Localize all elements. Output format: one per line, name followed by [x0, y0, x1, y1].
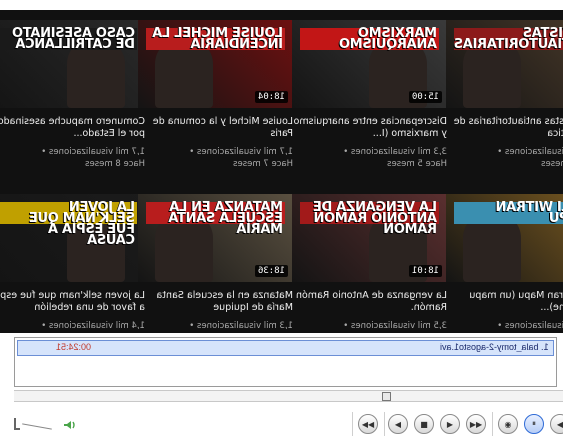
next-frame-button[interactable]: ◀: [550, 414, 563, 434]
video-meta: Las revistas antiautoritarias de la sovi…: [446, 116, 563, 170]
video-thumbnail[interactable]: REVISTAS ANTIAUTORITARIAS 21:06: [446, 20, 563, 108]
controls-separator: [384, 412, 385, 436]
playlist-item[interactable]: 00:24:51 1. bala_tomy-2-agosto1.avi: [17, 340, 554, 356]
stop-icon: ■: [420, 419, 428, 429]
video-views: 1,7 mil visualizaciones •: [189, 147, 293, 157]
video-views: 1,3 mil visualizaciones •: [497, 321, 563, 331]
video-meta: La joven selk'nam que fue espía a favor …: [0, 290, 145, 332]
video-meta: Comunero mapuche asesinado por el Estado…: [0, 116, 145, 170]
seek-bar[interactable]: [14, 390, 563, 402]
video-meta: Meli Witran Mapu (un mapu (mapuche)... 1…: [446, 290, 563, 332]
thumbnail-text: LA JOVEN SELK'NAM QUE FUE ESPÍA A CAUSA: [0, 200, 137, 248]
video-age: Hace 5 meses: [387, 159, 447, 169]
video-views: 1,7 mil visualizaciones •: [41, 147, 145, 157]
play-icon: ▶: [446, 419, 454, 429]
thumbnail-text: MARXISMO ANARQUISMO: [300, 26, 439, 52]
video-title[interactable]: La joven selk'nam que fue espía a favor …: [0, 290, 145, 314]
pause-button[interactable]: ⏸: [524, 414, 544, 434]
video-title[interactable]: Louise Michel y la comuna de Paris: [138, 116, 293, 140]
video-meta: Discrepancias entre anarquismo y marxism…: [292, 116, 447, 170]
video-duration: 15:00: [408, 91, 442, 103]
thumbnail-text: MELI WITRAN MAPU: [454, 200, 563, 226]
video-meta: La venganza de Antonio Ramón Ramón. 3,5 …: [292, 290, 447, 332]
playlist-item-duration: 00:24:51: [56, 342, 92, 352]
video-title[interactable]: Las revistas antiautoritarias de la sovi…: [446, 116, 563, 140]
thumbnail-text: LA VENGANZA DE ANTONIO RAMÓN RAMÓN: [300, 200, 439, 237]
playlist-panel[interactable]: 00:24:51 1. bala_tomy-2-agosto1.avi: [14, 337, 557, 387]
volume-bracket-icon: [14, 418, 20, 430]
thumbnail-text: MATANZA EN LA ESCUELA SANTA MARÍA: [146, 200, 285, 237]
video-age: Hace 8 meses: [85, 159, 145, 169]
video-duration: 18:01: [408, 265, 442, 277]
rewind-button[interactable]: ◀◀: [358, 414, 378, 434]
video-title[interactable]: Discrepancias entre anarquismo y marxism…: [292, 116, 447, 140]
player-controls: ◀◀ ◀ ■ ▶ ▶▶ ◉ ⏸ ◀: [0, 406, 563, 447]
playlist-item-name: 1. bala_tomy-2-agosto1.avi: [440, 342, 549, 352]
video-title[interactable]: Comunero mapuche asesinado por el Estado…: [0, 116, 145, 140]
video-views: 3,5 mil visualizaciones •: [343, 321, 447, 331]
video-thumbnail[interactable]: LA JOVEN SELK'NAM QUE FUE ESPÍA A CAUSA: [0, 194, 145, 282]
video-title[interactable]: La venganza de Antonio Ramón Ramón.: [292, 290, 447, 314]
video-age: Hace 7 meses: [233, 159, 293, 169]
previous-button[interactable]: ◀: [388, 414, 408, 434]
seek-thumb[interactable]: [382, 392, 391, 401]
forward-button[interactable]: ▶▶: [466, 414, 486, 434]
video-views: 3,3 mil visualizaciones •: [343, 147, 447, 157]
video-duration: 18:36: [254, 265, 288, 277]
mirrored-video-content: CASO ASESINATO DE CATRILLANCA Comunero m…: [0, 0, 563, 333]
video-meta: Matanza en la escuela Santa María de Iqu…: [138, 290, 293, 332]
video-duration: 18:04: [254, 91, 288, 103]
rewind-icon: ◀◀: [361, 419, 375, 429]
play-button[interactable]: ▶: [440, 414, 460, 434]
forward-icon: ▶▶: [469, 419, 483, 429]
video-title[interactable]: Matanza en la escuela Santa María de Iqu…: [138, 290, 293, 314]
thumbnail-text: REVISTAS ANTIAUTORITARIAS: [454, 26, 563, 52]
video-frame: CASO ASESINATO DE CATRILLANCA Comunero m…: [0, 0, 563, 333]
record-icon: ◉: [504, 419, 512, 429]
video-title[interactable]: Meli Witran Mapu (un mapu (mapuche)...: [446, 290, 563, 314]
stop-button[interactable]: ■: [414, 414, 434, 434]
video-thumbnail[interactable]: LA VENGANZA DE ANTONIO RAMÓN RAMÓN 18:01: [292, 194, 447, 282]
video-thumbnail[interactable]: MATANZA EN LA ESCUELA SANTA MARÍA 18:36: [138, 194, 293, 282]
video-thumbnail[interactable]: MARXISMO ANARQUISMO 15:00: [292, 20, 447, 108]
speaker-icon[interactable]: [62, 418, 76, 432]
video-thumbnail[interactable]: LOUISE MICHEL LA INCENDIARIA 18:04: [138, 20, 293, 108]
volume-slider[interactable]: [22, 423, 52, 430]
controls-separator: [352, 412, 353, 436]
pause-icon: ⏸: [532, 419, 536, 428]
video-thumbnail[interactable]: MELI WITRAN MAPU 15:01: [446, 194, 563, 282]
video-meta: Louise Michel y la comuna de Paris 1,7 m…: [138, 116, 293, 170]
video-views: 1,4 mil visualizaciones •: [41, 321, 145, 331]
video-views: 1,3 mil visualizaciones •: [497, 147, 563, 157]
record-button[interactable]: ◉: [498, 414, 518, 434]
thumbnail-text: LOUISE MICHEL LA INCENDIARIA: [146, 26, 285, 52]
thumbnail-text: CASO ASESINATO DE CATRILLANCA: [0, 26, 137, 52]
video-views: 1,3 mil visualizaciones •: [189, 321, 293, 331]
controls-separator: [492, 412, 493, 436]
next-frame-icon: ◀: [556, 419, 563, 429]
video-thumbnail[interactable]: CASO ASESINATO DE CATRILLANCA: [0, 20, 145, 108]
video-age: Hace 5 meses: [541, 159, 563, 169]
previous-icon: ◀: [394, 419, 402, 429]
